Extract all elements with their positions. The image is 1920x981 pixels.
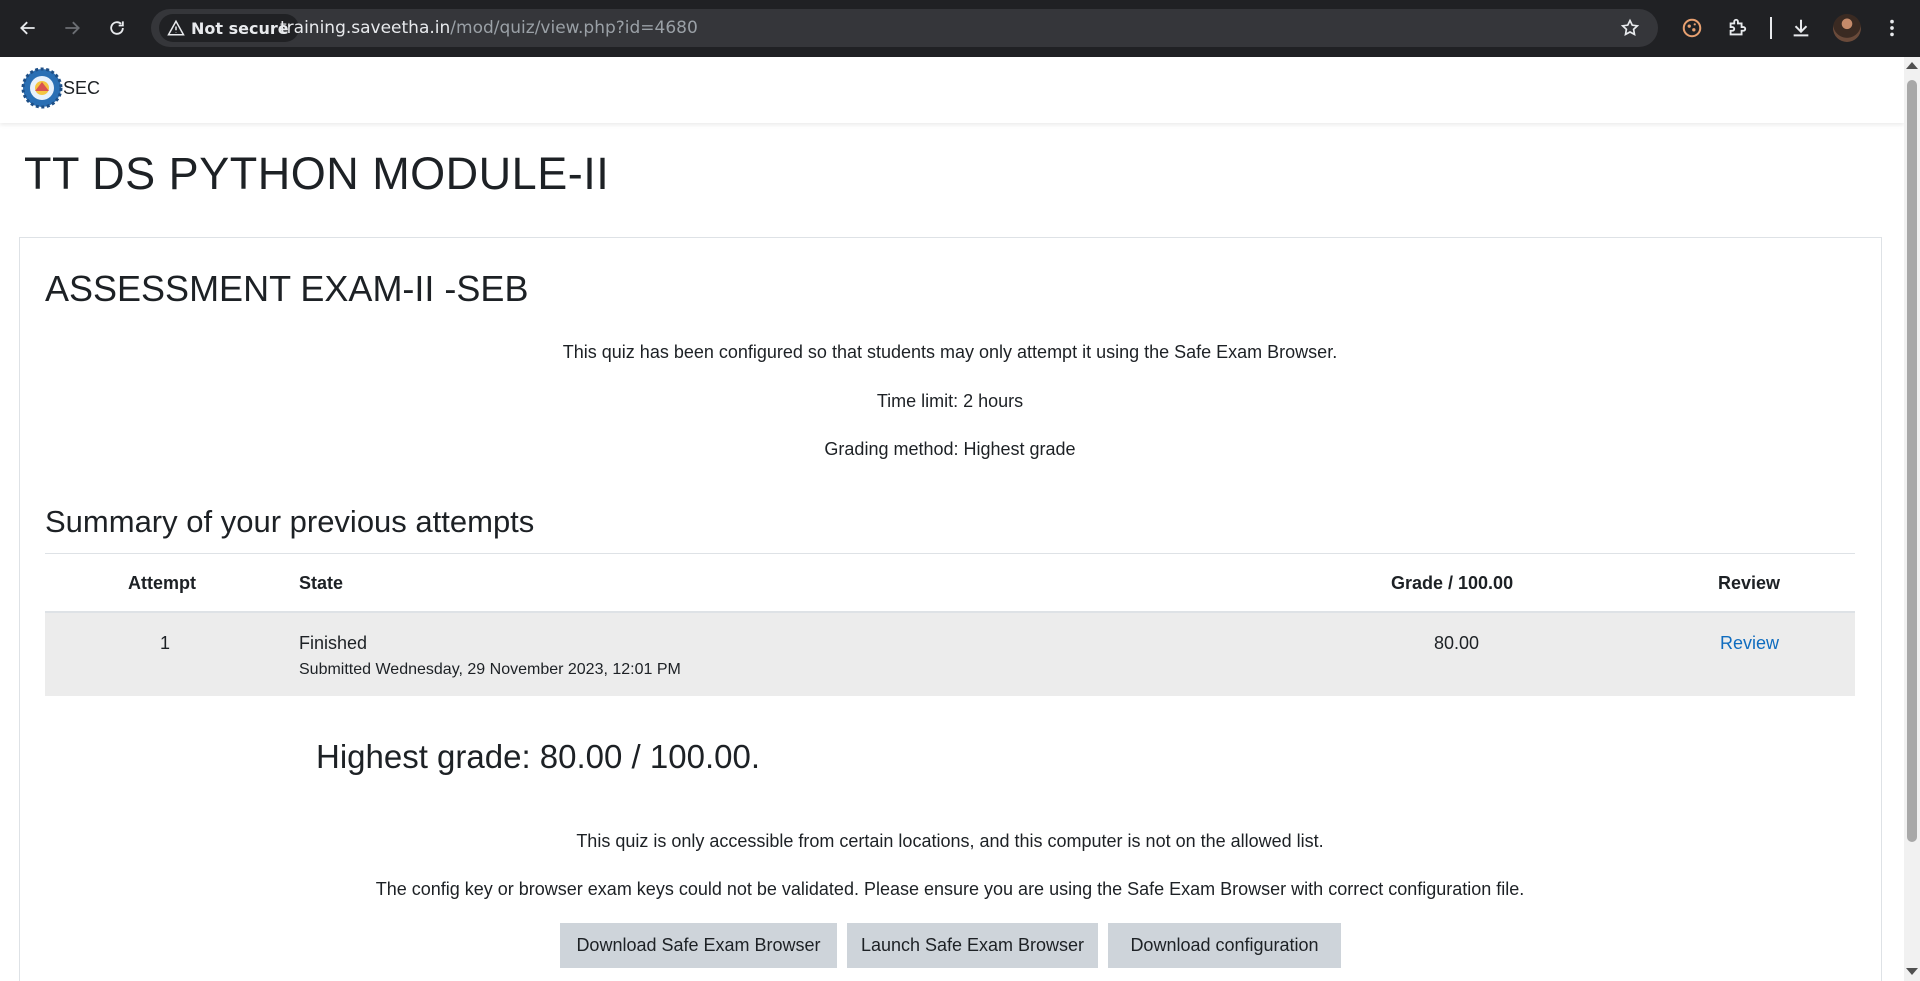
address-bar[interactable]: Not secure training.saveetha.in/mod/quiz…	[151, 9, 1658, 47]
extension-cookie-icon[interactable]	[1680, 16, 1704, 40]
url-text[interactable]: training.saveetha.in/mod/quiz/view.php?i…	[280, 18, 698, 38]
logo-text[interactable]: SEC	[63, 78, 100, 99]
table-top-border	[45, 553, 1855, 554]
security-indicator[interactable]: Not secure	[159, 14, 299, 42]
attempt-number: 1	[160, 633, 171, 653]
browser-toolbar: Not secure training.saveetha.in/mod/quiz…	[0, 0, 1920, 57]
url-path: /mod/quiz/view.php?id=4680	[450, 18, 698, 38]
highest-grade: Highest grade: 80.00 / 100.00.	[316, 738, 760, 775]
location-notice: This quiz is only accessible from certai…	[576, 831, 1324, 851]
download-configuration-button[interactable]: Download configuration	[1108, 923, 1341, 968]
warning-icon	[167, 19, 185, 36]
column-header-state: State	[299, 573, 344, 593]
arrow-left-icon	[20, 21, 35, 35]
column-header-grade: Grade / 100.00	[1391, 573, 1514, 593]
download-seb-button[interactable]: Download Safe Exam Browser	[560, 923, 837, 968]
column-header-review: Review	[1718, 573, 1781, 593]
summary-heading: Summary of your previous attempts	[45, 504, 535, 539]
attempt-state: Finished	[299, 633, 368, 653]
scroll-down-arrow[interactable]	[1906, 968, 1918, 975]
page-scrollbar-thumb[interactable]	[1907, 80, 1917, 842]
toolbar-divider	[1770, 17, 1772, 39]
reload-button[interactable]	[103, 14, 131, 42]
downloads-icon[interactable]	[1789, 16, 1813, 40]
profile-avatar[interactable]	[1833, 14, 1861, 42]
url-host: training.saveetha.in	[280, 18, 451, 38]
bookmark-star-icon[interactable]	[1620, 18, 1640, 38]
forward-button[interactable]	[58, 14, 86, 42]
back-button[interactable]	[14, 14, 42, 42]
institution-logo[interactable]	[21, 67, 63, 109]
launch-seb-button[interactable]: Launch Safe Exam Browser	[847, 923, 1098, 968]
seb-notice: This quiz has been configured so that st…	[562, 342, 1338, 362]
menu-kebab-icon[interactable]	[1880, 16, 1904, 40]
reload-icon	[110, 21, 124, 35]
grading-method: Grading method: Highest grade	[824, 439, 1076, 459]
scroll-up-arrow[interactable]	[1906, 62, 1918, 69]
config-key-notice: The config key or browser exam keys coul…	[375, 879, 1525, 899]
review-attempt-link[interactable]: Review	[1720, 633, 1779, 654]
security-label: Not secure	[191, 18, 289, 38]
site-navbar: SEC	[0, 57, 1904, 123]
quiz-title: ASSESSMENT EXAM-II -SEB	[45, 268, 529, 309]
attempt-grade: 80.00	[1434, 633, 1480, 653]
arrow-right-icon	[65, 21, 80, 35]
extensions-puzzle-icon[interactable]	[1725, 16, 1749, 40]
time-limit: Time limit: 2 hours	[876, 391, 1024, 411]
attempt-submitted-date: Submitted Wednesday, 29 November 2023, 1…	[299, 661, 681, 678]
page-title: TT DS PYTHON MODULE-II	[24, 148, 610, 199]
table-row	[45, 613, 1855, 696]
column-header-attempt: Attempt	[128, 573, 196, 593]
